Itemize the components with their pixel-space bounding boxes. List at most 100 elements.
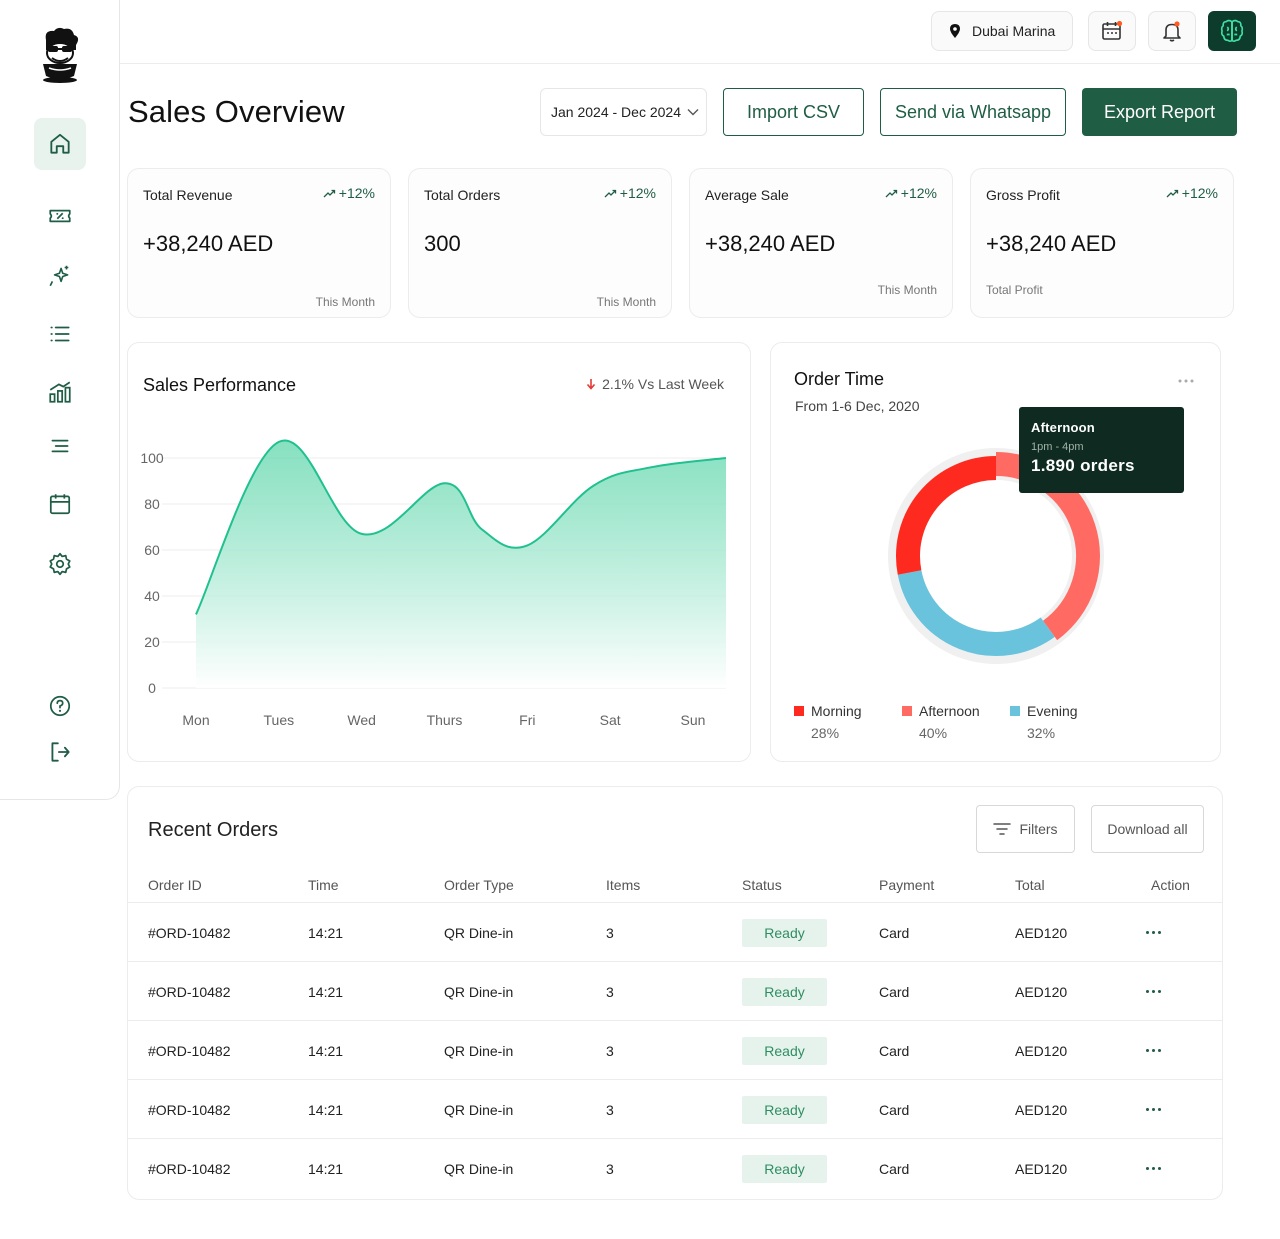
download-all-button[interactable]: Download all <box>1091 805 1204 853</box>
x-tick-label: Sat <box>600 712 621 728</box>
status-badge: Ready <box>742 1095 827 1124</box>
row-actions[interactable] <box>1146 1021 1161 1080</box>
sparkles-icon <box>49 265 69 287</box>
x-tick-label: Thurs <box>427 712 463 728</box>
order-time: 14:21 <box>308 1160 344 1177</box>
order-id: #ORD-10482 <box>148 1042 231 1059</box>
y-tick-label: 40 <box>144 588 160 604</box>
recent-orders-card: Recent Orders Filters Download all Order… <box>127 786 1223 1200</box>
order-payment: Card <box>879 1042 910 1059</box>
col-header-total: Total <box>1015 877 1045 893</box>
sidebar-item-home[interactable] <box>34 118 86 170</box>
table-row[interactable]: #ORD-10482 14:21 QR Dine-in 3 Ready Card… <box>128 902 1222 962</box>
row-actions[interactable] <box>1146 903 1161 962</box>
tooltip-value: 1.890 orders <box>1031 456 1135 475</box>
location-selector[interactable]: Dubai Marina <box>931 11 1073 51</box>
notifications-button[interactable] <box>1148 11 1196 51</box>
order-status: Ready <box>742 1080 827 1139</box>
order-payment: Card <box>879 1160 910 1177</box>
calendar-icon <box>49 494 71 515</box>
stat-delta: +12% <box>1166 185 1218 201</box>
legend-label: Afternoon <box>919 703 980 719</box>
stat-label: Total Revenue <box>143 187 233 203</box>
order-type: QR Dine-in <box>444 983 514 1000</box>
col-header-order-id: Order ID <box>148 877 202 893</box>
x-tick-label: Wed <box>347 712 376 728</box>
legend-percent: 32% <box>1027 725 1056 741</box>
order-id: #ORD-10482 <box>148 924 231 941</box>
legend-label: Morning <box>811 703 862 719</box>
sidebar-item-menu[interactable] <box>34 420 86 472</box>
order-id: #ORD-10482 <box>148 1160 231 1177</box>
trend-up-icon <box>1166 189 1178 197</box>
more-horizontal-icon[interactable] <box>1146 1049 1161 1052</box>
send-whatsapp-button[interactable]: Send via Whatsapp <box>880 88 1066 136</box>
sidebar-item-list[interactable] <box>34 308 86 360</box>
bar-chart-icon <box>49 381 71 403</box>
order-time: 14:21 <box>308 1042 344 1059</box>
order-time: 14:21 <box>308 924 344 941</box>
more-horizontal-icon[interactable] <box>1146 931 1161 934</box>
export-report-button[interactable]: Export Report <box>1082 88 1237 136</box>
stat-label: Total Orders <box>424 187 501 203</box>
row-actions[interactable] <box>1146 962 1161 1021</box>
stat-card-total-revenue: Total Revenue +12% +38,240 AED This Mont… <box>127 168 391 318</box>
table-row[interactable]: #ORD-10482 14:21 QR Dine-in 3 Ready Card… <box>128 1020 1222 1080</box>
sales-performance-card: 0 20 40 60 80 100 Mon Tues Wed Thurs Fri Sat Sun Sa… <box>127 342 751 762</box>
filters-button[interactable]: Filters <box>976 805 1075 853</box>
stat-value: +38,240 AED <box>143 231 274 256</box>
stat-delta: +12% <box>604 185 656 201</box>
col-header-order-type: Order Type <box>444 877 514 893</box>
stat-foot: Total Profit <box>986 283 1043 297</box>
legend-percent: 28% <box>811 725 840 741</box>
stat-delta-value: +12% <box>619 185 656 201</box>
sales-performance-title: Sales Performance <box>143 375 297 395</box>
date-range-picker[interactable]: Jan 2024 - Dec 2024 <box>540 88 707 136</box>
stat-foot: This Month <box>596 295 656 309</box>
y-tick-label: 60 <box>144 542 160 558</box>
sidebar-item-logout[interactable] <box>34 726 86 778</box>
status-badge: Ready <box>742 918 827 947</box>
sidebar-item-calendar[interactable] <box>34 478 86 530</box>
row-actions[interactable] <box>1146 1139 1161 1198</box>
col-header-status: Status <box>742 877 782 893</box>
import-csv-button[interactable]: Import CSV <box>723 88 864 136</box>
table-row[interactable]: #ORD-10482 14:21 QR Dine-in 3 Ready Card… <box>128 1138 1222 1198</box>
sidebar-item-settings[interactable] <box>34 538 86 590</box>
col-header-payment: Payment <box>879 877 935 893</box>
order-payment: Card <box>879 1101 910 1118</box>
sidebar-item-analytics[interactable] <box>34 366 86 418</box>
more-horizontal-icon[interactable] <box>1146 1108 1161 1111</box>
brain-icon <box>1220 19 1244 43</box>
legend-afternoon: Afternoon 40% <box>902 703 980 741</box>
stat-delta-value: +12% <box>1181 185 1218 201</box>
order-status: Ready <box>742 1139 827 1198</box>
sidebar-item-discounts[interactable] <box>34 190 86 242</box>
table-row[interactable]: #ORD-10482 14:21 QR Dine-in 3 Ready Card… <box>128 1079 1222 1139</box>
stat-card-total-orders: Total Orders +12% 300 This Month <box>408 168 672 318</box>
order-type: QR Dine-in <box>444 924 514 941</box>
order-items: 3 <box>606 1160 614 1177</box>
calendar-notification-icon <box>1102 20 1123 40</box>
home-icon <box>50 133 70 154</box>
sidebar-item-help[interactable] <box>34 680 86 732</box>
table-row[interactable]: #ORD-10482 14:21 QR Dine-in 3 Ready Card… <box>128 961 1222 1021</box>
calendar-button[interactable] <box>1088 11 1136 51</box>
sidebar <box>0 0 120 800</box>
order-payment: Card <box>879 924 910 941</box>
order-total: AED120 <box>1015 983 1068 1000</box>
more-horizontal-icon[interactable] <box>1146 990 1161 993</box>
legend-morning: Morning 28% <box>794 703 862 741</box>
ai-assistant-button[interactable] <box>1208 11 1256 51</box>
row-actions[interactable] <box>1146 1080 1161 1139</box>
tooltip-time: 1pm - 4pm <box>1031 441 1084 453</box>
sidebar-item-ai[interactable] <box>34 250 86 302</box>
sales-performance-chart: 0 20 40 60 80 100 Mon Tues Wed Thurs Fri Sat Sun <box>140 439 727 728</box>
more-horizontal-icon[interactable] <box>1146 1167 1161 1170</box>
bell-icon <box>1163 21 1181 42</box>
trend-up-icon <box>885 189 897 197</box>
stat-card-average-sale: Average Sale +12% +38,240 AED This Month <box>689 168 953 318</box>
legend-evening: Evening 32% <box>1010 703 1078 741</box>
topbar: Dubai Marina <box>120 0 1280 64</box>
chevron-down-icon <box>687 109 699 116</box>
